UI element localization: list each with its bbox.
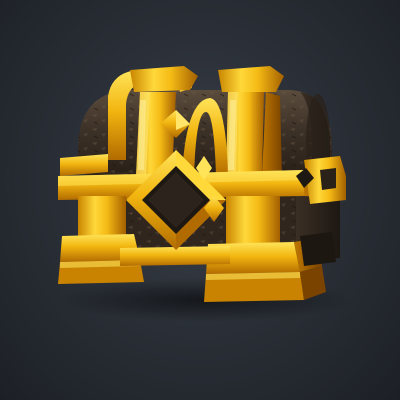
chest-back-leg (300, 232, 336, 266)
game-item-viewport (0, 0, 400, 400)
treasure-chest-icon[interactable] (0, 0, 400, 400)
